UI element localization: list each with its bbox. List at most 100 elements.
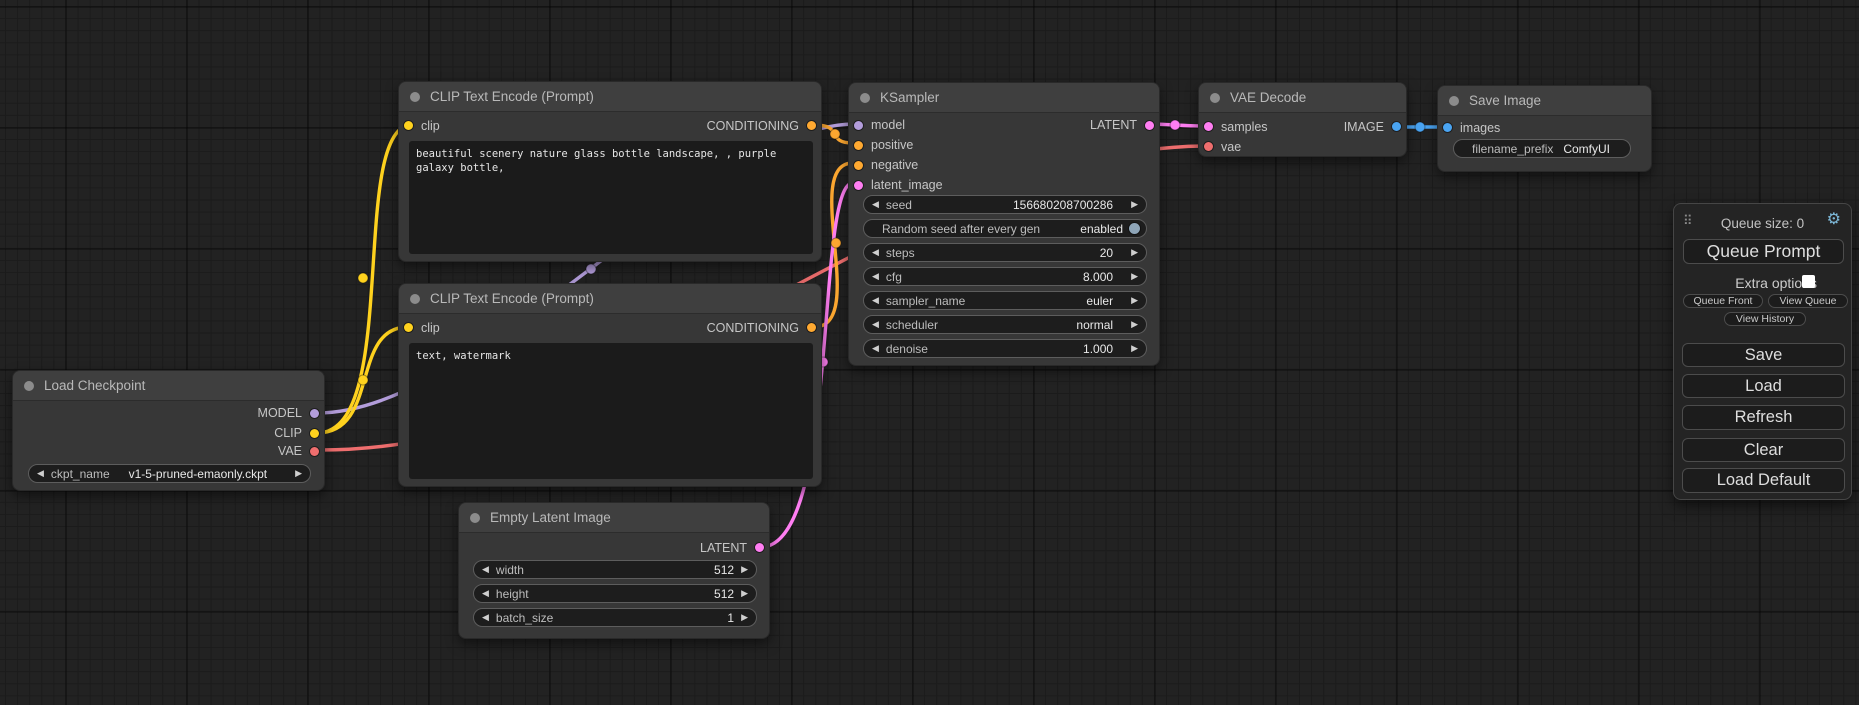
node-collapse-dot[interactable] bbox=[1210, 93, 1220, 103]
gear-icon[interactable]: ⚙ bbox=[1827, 212, 1841, 228]
input-port-vae[interactable] bbox=[1204, 142, 1213, 151]
node-vae-decode[interactable]: VAE Decode samples vae IMAGE bbox=[1198, 82, 1407, 157]
sampler-name-widget[interactable]: ◀ sampler_name euler ▶ bbox=[863, 291, 1147, 310]
node-empty-latent-image[interactable]: Empty Latent Image LATENT ◀ width 512 ▶ … bbox=[458, 502, 770, 639]
link-dot bbox=[1415, 122, 1425, 132]
node-title-bar[interactable]: KSampler bbox=[849, 83, 1159, 113]
node-title-bar[interactable]: CLIP Text Encode (Prompt) bbox=[399, 82, 821, 112]
widget-value: normal bbox=[1076, 318, 1113, 332]
link-dot bbox=[586, 264, 596, 274]
increment-arrow-icon[interactable]: ▶ bbox=[1131, 320, 1138, 329]
output-port-latent[interactable] bbox=[1145, 121, 1154, 130]
height-widget[interactable]: ◀ height 512 ▶ bbox=[473, 584, 757, 603]
increment-arrow-icon[interactable]: ▶ bbox=[741, 613, 748, 622]
extra-options-label: Extra options bbox=[1674, 275, 1817, 291]
clear-button[interactable]: Clear bbox=[1682, 438, 1845, 462]
input-port-negative[interactable] bbox=[854, 161, 863, 170]
increment-arrow-icon[interactable]: ▶ bbox=[1131, 272, 1138, 281]
decrement-arrow-icon[interactable]: ◀ bbox=[482, 565, 489, 574]
decrement-arrow-icon[interactable]: ◀ bbox=[482, 589, 489, 598]
output-label-model: MODEL bbox=[258, 406, 302, 420]
decrement-arrow-icon[interactable]: ◀ bbox=[872, 200, 879, 209]
node-title-bar[interactable]: CLIP Text Encode (Prompt) bbox=[399, 284, 821, 314]
node-title-bar[interactable]: Save Image bbox=[1438, 86, 1651, 116]
input-port-clip[interactable] bbox=[404, 323, 413, 332]
node-collapse-dot[interactable] bbox=[860, 93, 870, 103]
input-port-latent-image[interactable] bbox=[854, 181, 863, 190]
decrement-arrow-icon[interactable]: ◀ bbox=[872, 344, 879, 353]
input-label-clip: clip bbox=[421, 321, 440, 335]
node-collapse-dot[interactable] bbox=[410, 294, 420, 304]
output-port-latent[interactable] bbox=[755, 543, 764, 552]
increment-arrow-icon[interactable]: ▶ bbox=[1131, 248, 1138, 257]
batch-size-widget[interactable]: ◀ batch_size 1 ▶ bbox=[473, 608, 757, 627]
load-default-button[interactable]: Load Default bbox=[1682, 468, 1845, 493]
seed-widget[interactable]: ◀ seed 156680208700286 ▶ bbox=[863, 195, 1147, 214]
input-port-samples[interactable] bbox=[1204, 122, 1213, 131]
decrement-arrow-icon[interactable]: ◀ bbox=[482, 613, 489, 622]
node-collapse-dot[interactable] bbox=[24, 381, 34, 391]
view-queue-button[interactable]: View Queue bbox=[1768, 294, 1848, 308]
width-widget[interactable]: ◀ width 512 ▶ bbox=[473, 560, 757, 579]
increment-arrow-icon[interactable]: ▶ bbox=[295, 469, 302, 478]
filename-prefix-widget[interactable]: filename_prefix ComfyUI bbox=[1453, 139, 1631, 158]
node-collapse-dot[interactable] bbox=[1449, 96, 1459, 106]
increment-arrow-icon[interactable]: ▶ bbox=[1131, 296, 1138, 305]
scheduler-widget[interactable]: ◀ scheduler normal ▶ bbox=[863, 315, 1147, 334]
output-label-latent: LATENT bbox=[1090, 118, 1137, 132]
node-title: Empty Latent Image bbox=[490, 510, 611, 525]
widget-label: scheduler bbox=[886, 318, 938, 332]
negative-prompt-textarea[interactable]: text, watermark bbox=[409, 343, 813, 479]
queue-prompt-button[interactable]: Queue Prompt bbox=[1683, 239, 1844, 264]
decrement-arrow-icon[interactable]: ◀ bbox=[872, 296, 879, 305]
node-ksampler[interactable]: KSampler model positive negative latent_… bbox=[848, 82, 1160, 366]
input-port-images[interactable] bbox=[1443, 123, 1452, 132]
cfg-widget[interactable]: ◀ cfg 8.000 ▶ bbox=[863, 267, 1147, 286]
increment-arrow-icon[interactable]: ▶ bbox=[741, 589, 748, 598]
extra-options-checkbox[interactable] bbox=[1802, 275, 1815, 288]
output-label-conditioning: CONDITIONING bbox=[707, 119, 799, 133]
node-load-checkpoint[interactable]: Load Checkpoint MODEL CLIP VAE ◀ ckpt_na… bbox=[12, 370, 325, 491]
queue-front-button[interactable]: Queue Front bbox=[1683, 294, 1763, 308]
node-save-image[interactable]: Save Image images filename_prefix ComfyU… bbox=[1437, 85, 1652, 172]
output-port-conditioning[interactable] bbox=[807, 121, 816, 130]
decrement-arrow-icon[interactable]: ◀ bbox=[37, 469, 44, 478]
node-clip-text-encode-negative[interactable]: CLIP Text Encode (Prompt) clip CONDITION… bbox=[398, 283, 822, 487]
view-history-button[interactable]: View History bbox=[1724, 312, 1806, 326]
output-port-clip[interactable] bbox=[310, 429, 319, 438]
decrement-arrow-icon[interactable]: ◀ bbox=[872, 272, 879, 281]
output-port-model[interactable] bbox=[310, 409, 319, 418]
input-port-positive[interactable] bbox=[854, 141, 863, 150]
output-port-vae[interactable] bbox=[310, 447, 319, 456]
load-button[interactable]: Load bbox=[1682, 374, 1845, 398]
increment-arrow-icon[interactable]: ▶ bbox=[1131, 200, 1138, 209]
random-seed-toggle-widget[interactable]: Random seed after every gen enabled bbox=[863, 219, 1147, 238]
node-title-bar[interactable]: VAE Decode bbox=[1199, 83, 1406, 113]
decrement-arrow-icon[interactable]: ◀ bbox=[872, 320, 879, 329]
node-title-bar[interactable]: Empty Latent Image bbox=[459, 503, 769, 533]
increment-arrow-icon[interactable]: ▶ bbox=[741, 565, 748, 574]
node-clip-text-encode-positive[interactable]: CLIP Text Encode (Prompt) clip CONDITION… bbox=[398, 81, 822, 262]
refresh-button[interactable]: Refresh bbox=[1682, 405, 1845, 430]
node-title-bar[interactable]: Load Checkpoint bbox=[13, 371, 324, 401]
denoise-widget[interactable]: ◀ denoise 1.000 ▶ bbox=[863, 339, 1147, 358]
node-collapse-dot[interactable] bbox=[410, 92, 420, 102]
node-title: CLIP Text Encode (Prompt) bbox=[430, 291, 594, 306]
decrement-arrow-icon[interactable]: ◀ bbox=[872, 248, 879, 257]
output-port-image[interactable] bbox=[1392, 122, 1401, 131]
ckpt-name-widget[interactable]: ◀ ckpt_name v1-5-pruned-emaonly.ckpt ▶ bbox=[28, 464, 311, 483]
toggle-indicator-dot[interactable] bbox=[1129, 223, 1140, 234]
increment-arrow-icon[interactable]: ▶ bbox=[1131, 344, 1138, 353]
input-port-clip[interactable] bbox=[404, 121, 413, 130]
widget-value: 20 bbox=[1100, 246, 1113, 260]
widget-label: steps bbox=[886, 246, 915, 260]
node-graph-canvas[interactable]: Load Checkpoint MODEL CLIP VAE ◀ ckpt_na… bbox=[0, 0, 1859, 705]
output-label-latent: LATENT bbox=[700, 541, 747, 555]
positive-prompt-textarea[interactable]: beautiful scenery nature glass bottle la… bbox=[409, 141, 813, 254]
output-port-conditioning[interactable] bbox=[807, 323, 816, 332]
save-button[interactable]: Save bbox=[1682, 343, 1845, 367]
input-label-clip: clip bbox=[421, 119, 440, 133]
node-collapse-dot[interactable] bbox=[470, 513, 480, 523]
input-port-model[interactable] bbox=[854, 121, 863, 130]
steps-widget[interactable]: ◀ steps 20 ▶ bbox=[863, 243, 1147, 262]
